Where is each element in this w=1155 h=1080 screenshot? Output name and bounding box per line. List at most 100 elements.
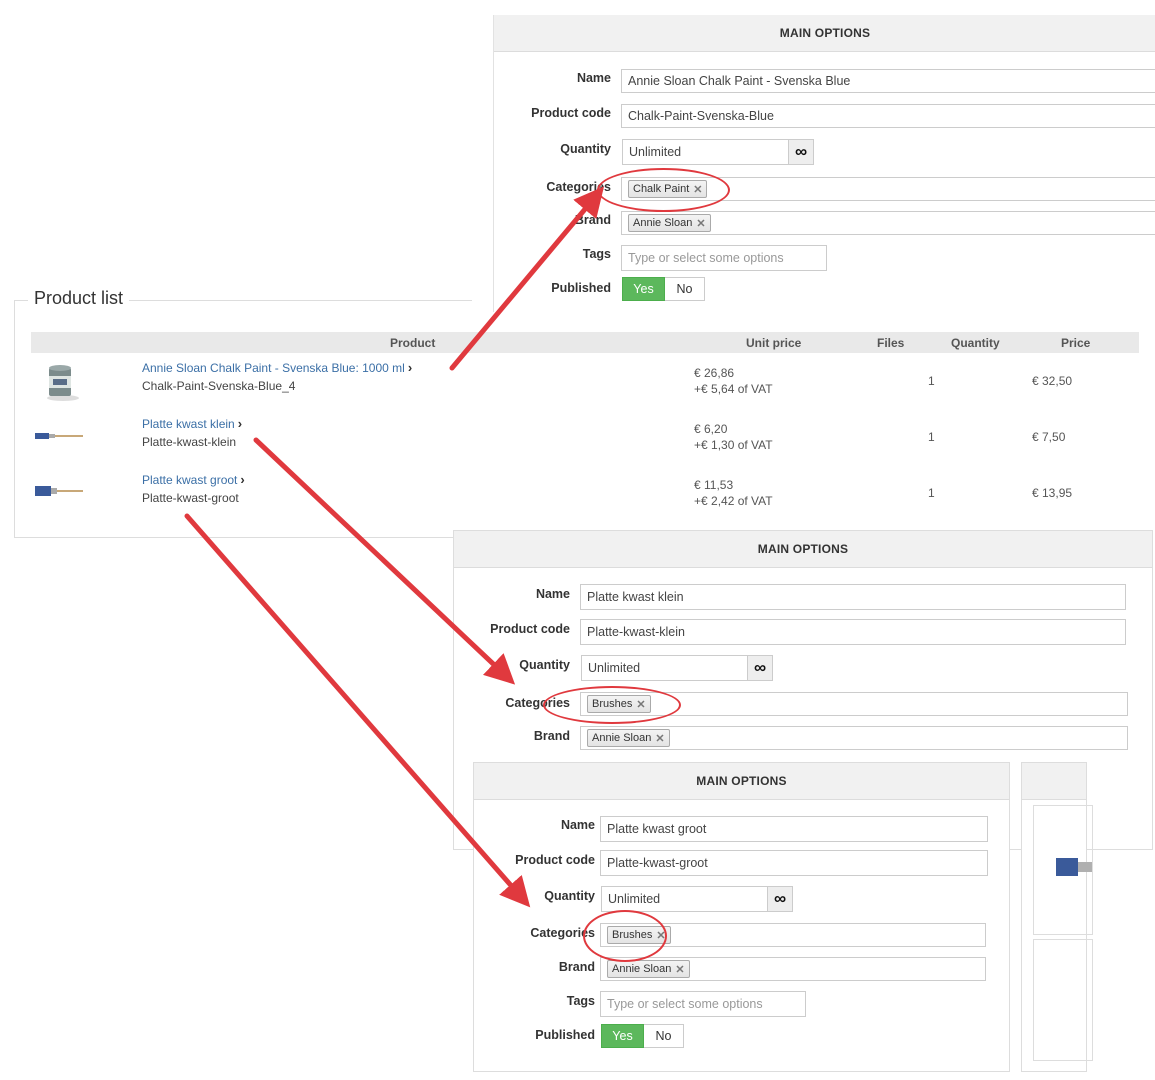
quantity-value: 1 (928, 374, 935, 388)
published-no-button[interactable]: No (644, 1024, 684, 1048)
product-name-link[interactable]: Platte kwast groot (142, 473, 237, 487)
product-list-legend: Product list (28, 288, 130, 309)
category-chip[interactable]: Brushes ✕ (587, 695, 651, 713)
paint-can-icon (47, 365, 79, 401)
vat-amount: +€ 2,42 of VAT (694, 494, 773, 508)
infinity-icon[interactable]: ∞ (767, 886, 793, 912)
product-link[interactable]: Platte kwast klein › (142, 416, 242, 431)
categories-label: Categories (546, 180, 611, 194)
brand-chip[interactable]: Annie Sloan ✕ (587, 729, 670, 747)
brand-label: Brand (533, 729, 570, 743)
product-table-header: Product Unit price Files Quantity Price (31, 332, 1139, 353)
name-input[interactable]: Platte kwast klein (580, 584, 1126, 610)
table-row: Platte kwast groot › Platte-kwast-groot €… (31, 466, 1139, 522)
tags-input[interactable]: Type or select some options (621, 245, 827, 271)
brand-input[interactable]: Annie Sloan ✕ (621, 211, 1155, 235)
name-input[interactable]: Platte kwast groot (600, 816, 988, 842)
image-card[interactable] (1033, 805, 1093, 935)
chip-label: Annie Sloan (592, 732, 652, 744)
close-icon[interactable]: ✕ (675, 963, 684, 976)
product-code-input[interactable]: Chalk-Paint-Svenska-Blue (621, 104, 1155, 128)
quantity-value: 1 (928, 486, 935, 500)
product-link[interactable]: Annie Sloan Chalk Paint - Svenska Blue: … (142, 360, 412, 375)
product-table: Product Unit price Files Quantity Price … (31, 332, 1139, 508)
close-icon[interactable]: ✕ (656, 929, 665, 942)
col-product: Product (390, 336, 436, 350)
published-toggle[interactable]: Yes No (622, 277, 705, 301)
published-toggle[interactable]: Yes No (601, 1024, 684, 1048)
product-code-label: Product code (531, 106, 611, 120)
quantity-label: Quantity (544, 889, 595, 903)
categories-input[interactable]: Chalk Paint ✕ (621, 177, 1155, 201)
brand-chip[interactable]: Annie Sloan ✕ (628, 214, 711, 232)
published-yes-button[interactable]: Yes (601, 1024, 644, 1048)
close-icon[interactable]: ✕ (636, 698, 645, 711)
brand-label: Brand (558, 960, 595, 974)
main-options-panel-3: MAIN OPTIONS Name Platte kwast groot Pro… (473, 762, 1010, 1072)
close-icon[interactable]: ✕ (696, 217, 705, 230)
product-link[interactable]: Platte kwast groot › (142, 472, 245, 487)
category-chip[interactable]: Brushes ✕ (607, 926, 671, 944)
image-card[interactable] (1033, 939, 1093, 1061)
close-icon[interactable]: ✕ (655, 732, 664, 745)
panel-title: MAIN OPTIONS (474, 763, 1009, 800)
col-files: Files (877, 336, 905, 350)
quantity-value: 1 (928, 430, 935, 444)
chip-label: Annie Sloan (633, 217, 693, 229)
published-yes-button[interactable]: Yes (622, 277, 665, 301)
chevron-right-icon[interactable]: › (238, 416, 242, 431)
vat-amount: +€ 5,64 of VAT (694, 382, 773, 396)
published-no-button[interactable]: No (665, 277, 705, 301)
quantity-stepper[interactable]: Unlimited ∞ (581, 655, 773, 681)
categories-input[interactable]: Brushes ✕ (600, 923, 986, 947)
quantity-stepper[interactable]: Unlimited ∞ (622, 139, 814, 165)
product-code: Platte-kwast-klein (142, 435, 237, 449)
categories-label: Categories (505, 696, 570, 710)
quantity-stepper[interactable]: Unlimited ∞ (601, 886, 793, 912)
category-chip[interactable]: Chalk Paint ✕ (628, 180, 708, 198)
categories-input[interactable]: Brushes ✕ (580, 692, 1128, 716)
close-icon[interactable]: ✕ (693, 183, 702, 196)
categories-label: Categories (530, 926, 595, 940)
brush-icon (35, 433, 83, 439)
brand-input[interactable]: Annie Sloan ✕ (580, 726, 1128, 750)
infinity-icon[interactable]: ∞ (788, 139, 814, 165)
product-code-input[interactable]: Platte-kwast-klein (580, 619, 1126, 645)
brush-icon (35, 486, 83, 496)
name-label: Name (576, 71, 611, 85)
chevron-right-icon[interactable]: › (408, 360, 412, 375)
quantity-input[interactable]: Unlimited (581, 655, 747, 681)
chip-label: Brushes (592, 698, 633, 710)
chevron-right-icon[interactable]: › (240, 472, 244, 487)
chip-label: Chalk Paint (633, 183, 690, 195)
tags-label: Tags (566, 994, 595, 1008)
quantity-input[interactable]: Unlimited (622, 139, 788, 165)
brand-input[interactable]: Annie Sloan ✕ (600, 957, 986, 981)
product-code: Platte-kwast-groot (142, 491, 239, 505)
tags-label: Tags (582, 247, 611, 261)
brand-chip[interactable]: Annie Sloan ✕ (607, 960, 690, 978)
product-code-label: Product code (490, 622, 570, 636)
product-code-input[interactable]: Platte-kwast-groot (600, 850, 988, 876)
tags-input[interactable]: Type or select some options (600, 991, 806, 1017)
col-quantity: Quantity (951, 336, 1000, 350)
quantity-label: Quantity (519, 658, 570, 672)
product-name-link[interactable]: Platte kwast klein (142, 417, 235, 431)
table-row: Annie Sloan Chalk Paint - Svenska Blue: … (31, 354, 1139, 410)
price-value: € 13,95 (1032, 486, 1073, 500)
side-panel-fragment (1021, 762, 1093, 1072)
chip-label: Annie Sloan (612, 963, 672, 975)
chip-label: Brushes (612, 929, 653, 941)
side-panel-header (1022, 763, 1086, 800)
panel-title: MAIN OPTIONS (454, 531, 1152, 568)
infinity-icon[interactable]: ∞ (747, 655, 773, 681)
unit-price: € 6,20 (694, 422, 728, 436)
published-label: Published (551, 281, 611, 295)
product-name-link[interactable]: Annie Sloan Chalk Paint - Svenska Blue: … (142, 361, 405, 375)
quantity-input[interactable]: Unlimited (601, 886, 767, 912)
name-input[interactable]: Annie Sloan Chalk Paint - Svenska Blue (621, 69, 1155, 93)
vat-amount: +€ 1,30 of VAT (694, 438, 773, 452)
unit-price: € 11,53 (694, 478, 734, 492)
brand-label: Brand (574, 213, 611, 227)
unit-price: € 26,86 (694, 366, 735, 380)
